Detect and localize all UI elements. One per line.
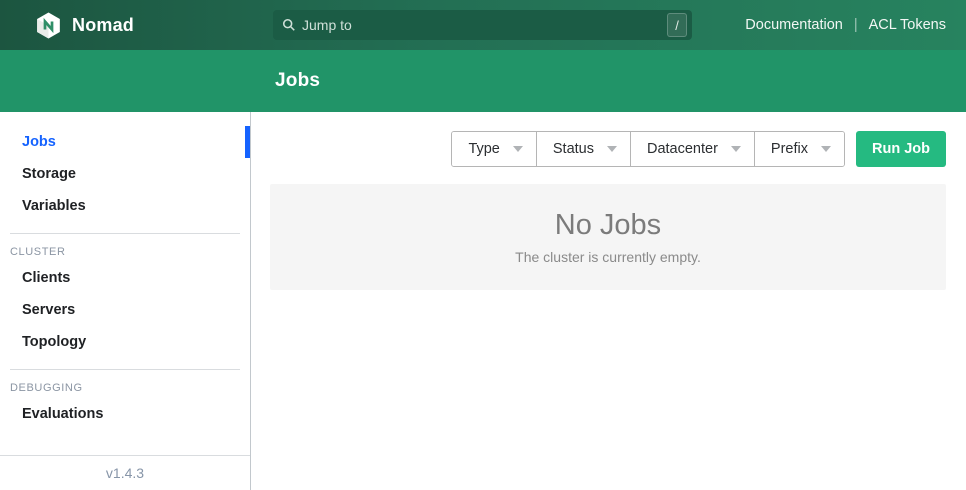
sidebar-item-evaluations[interactable]: Evaluations (0, 398, 250, 430)
navbar-links: Documentation | ACL Tokens (745, 0, 946, 50)
sidebar-divider (10, 233, 240, 234)
chevron-down-icon (821, 146, 831, 152)
sidebar-heading-cluster: CLUSTER (0, 244, 250, 262)
acl-tokens-link[interactable]: ACL Tokens (869, 17, 946, 33)
chevron-down-icon (513, 146, 523, 152)
page-header: Jobs (0, 50, 966, 112)
type-filter-label: Type (468, 141, 499, 157)
sidebar-heading-debugging: DEBUGGING (0, 380, 250, 398)
sidebar-item-servers[interactable]: Servers (0, 294, 250, 326)
links-separator: | (854, 17, 858, 33)
slash-shortcut-badge: / (667, 13, 687, 37)
sidebar-item-topology[interactable]: Topology (0, 326, 250, 358)
sidebar-item-variables[interactable]: Variables (0, 190, 250, 222)
search-placeholder: Jump to (302, 17, 352, 33)
sidebar: Jobs Storage Variables CLUSTER Clients S… (0, 112, 251, 490)
prefix-filter-label: Prefix (771, 141, 808, 157)
main-content: Type Status Datacenter Prefix Run Job (251, 112, 966, 490)
page-title: Jobs (275, 70, 320, 92)
jobs-toolbar: Type Status Datacenter Prefix Run Job (270, 131, 946, 167)
run-job-button[interactable]: Run Job (856, 131, 946, 167)
sidebar-item-jobs[interactable]: Jobs (0, 126, 250, 158)
empty-state-message: The cluster is currently empty. (515, 249, 701, 265)
prefix-filter-dropdown[interactable]: Prefix (755, 132, 844, 166)
filter-group: Type Status Datacenter Prefix (451, 131, 845, 167)
search-icon (282, 18, 296, 32)
status-filter-label: Status (553, 141, 594, 157)
top-navbar: Nomad Jump to / Documentation | ACL Toke… (0, 0, 966, 50)
nomad-ui-page: Nomad Jump to / Documentation | ACL Toke… (0, 0, 966, 490)
empty-state-panel: No Jobs The cluster is currently empty. (270, 184, 946, 290)
jump-to-search-input[interactable]: Jump to / (273, 10, 692, 40)
sidebar-divider (10, 369, 240, 370)
brand-name: Nomad (72, 15, 134, 36)
type-filter-dropdown[interactable]: Type (452, 132, 536, 166)
version-label: v1.4.3 (0, 455, 250, 490)
sidebar-item-storage[interactable]: Storage (0, 158, 250, 190)
datacenter-filter-dropdown[interactable]: Datacenter (631, 132, 755, 166)
documentation-link[interactable]: Documentation (745, 17, 843, 33)
status-filter-dropdown[interactable]: Status (537, 132, 631, 166)
chevron-down-icon (731, 146, 741, 152)
empty-state-title: No Jobs (555, 209, 661, 242)
datacenter-filter-label: Datacenter (647, 141, 718, 157)
nomad-logo-icon (35, 12, 62, 39)
nomad-brand[interactable]: Nomad (35, 12, 134, 39)
sidebar-item-clients[interactable]: Clients (0, 262, 250, 294)
chevron-down-icon (607, 146, 617, 152)
